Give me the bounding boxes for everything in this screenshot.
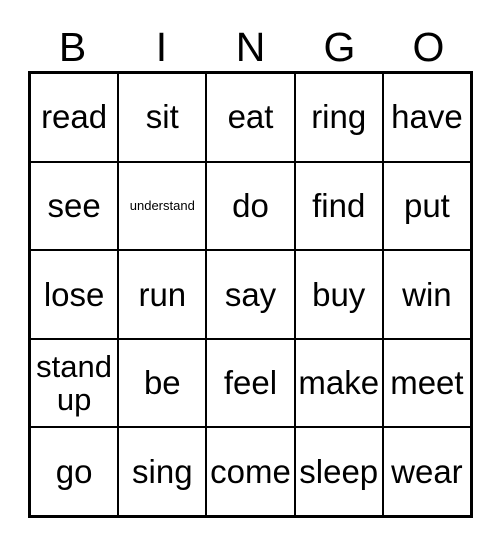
bingo-cell[interactable]: put [383, 162, 471, 250]
bingo-header-letter-o: O [412, 23, 445, 70]
bingo-cell[interactable]: come [207, 428, 296, 515]
bingo-cell[interactable]: make [295, 339, 384, 427]
bingo-cell[interactable]: sit [119, 74, 208, 161]
bingo-cell-label: buy [312, 275, 366, 313]
bingo-cell[interactable]: ring [295, 74, 384, 161]
bingo-cell-label: feel [223, 364, 278, 402]
bingo-row: lose run say buy win [31, 251, 471, 340]
bingo-cell[interactable]: lose [31, 251, 120, 338]
bingo-row: go sing come sleep wear [31, 428, 471, 515]
bingo-cell-label: go [55, 452, 93, 490]
bingo-cell-label: come [210, 452, 291, 490]
bingo-cell-label: sleep [299, 452, 379, 490]
bingo-cell-label: find [312, 187, 366, 225]
bingo-header-letter-b: B [58, 23, 87, 70]
bingo-cell-label: understand [129, 197, 195, 213]
bingo-cell-label: win [402, 275, 452, 313]
bingo-cell-label: say [224, 275, 277, 313]
bingo-header-row: B I N G O [28, 22, 473, 72]
bingo-cell[interactable]: have [383, 74, 471, 161]
bingo-cell[interactable]: say [207, 251, 296, 338]
bingo-cell-label: make [298, 364, 380, 402]
bingo-cell[interactable]: be [119, 339, 208, 427]
bingo-cell-label: wear [391, 452, 463, 490]
bingo-header-letter-g: G [323, 23, 356, 70]
bingo-cell-label: meet [390, 364, 464, 402]
bingo-card: B I N G O read sit eat ring have see und… [0, 0, 501, 544]
bingo-cell-label: run [138, 275, 187, 313]
bingo-cell[interactable]: buy [295, 251, 384, 338]
bingo-cell-label: sit [145, 98, 179, 136]
bingo-row: see understand do find put [31, 162, 471, 252]
bingo-cell[interactable]: run [119, 251, 208, 338]
bingo-cell-label: put [403, 187, 450, 225]
bingo-cell-label: have [391, 98, 463, 136]
bingo-cell-label: eat [227, 98, 274, 136]
bingo-cell-label: see [47, 187, 101, 225]
bingo-cell[interactable]: win [383, 251, 471, 338]
bingo-grid: read sit eat ring have see understand do… [28, 71, 473, 518]
bingo-cell[interactable]: understand [119, 162, 208, 250]
bingo-cell[interactable]: see [31, 162, 120, 250]
bingo-cell-label: do [232, 187, 269, 225]
bingo-cell[interactable]: eat [207, 74, 296, 161]
bingo-cell-label: stand up [36, 348, 113, 418]
bingo-cell[interactable]: meet [383, 339, 471, 427]
bingo-cell-label: ring [311, 98, 367, 136]
bingo-cell[interactable]: feel [207, 339, 296, 427]
bingo-cell-label: lose [43, 275, 105, 313]
bingo-cell-label: sing [132, 452, 193, 490]
bingo-cell[interactable]: find [295, 162, 384, 250]
bingo-row: stand up be feel make meet [31, 339, 471, 429]
bingo-cell[interactable]: sing [119, 428, 208, 515]
bingo-cell[interactable]: sleep [295, 428, 384, 515]
bingo-cell[interactable]: wear [383, 428, 471, 515]
bingo-cell-label: read [41, 98, 108, 136]
bingo-cell[interactable]: go [31, 428, 120, 515]
bingo-cell-label: be [143, 364, 181, 402]
bingo-cell[interactable]: read [31, 74, 120, 161]
bingo-header-letter-n: N [235, 23, 266, 70]
bingo-header-letter-i: I [155, 23, 168, 70]
bingo-row: read sit eat ring have [31, 74, 471, 163]
bingo-cell[interactable]: stand up [31, 339, 120, 427]
bingo-cell[interactable]: do [207, 162, 296, 250]
